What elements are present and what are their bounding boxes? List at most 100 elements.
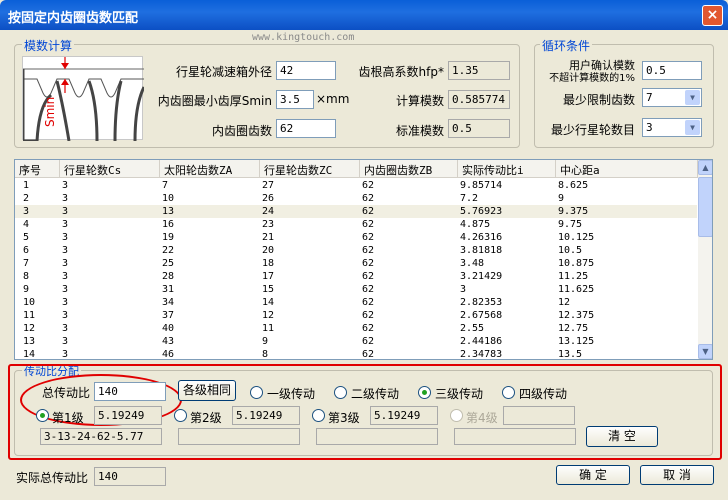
table-cell: 13 [162,206,175,217]
column-header[interactable]: 行星轮数Cs [60,160,160,178]
min-planet-count-select[interactable]: 3 ▼ [642,118,702,137]
table-cell: 3.81818 [460,245,503,256]
same-each-stage-button[interactable]: 各级相同 [178,380,236,401]
table-cell: 46 [162,349,175,360]
table-row[interactable]: 10 3 34 14 62 2.82353 12 [15,296,697,309]
results-table[interactable]: 序号 行星轮数Cs 太阳轮齿数ZA 行星轮齿数ZC 内齿圈齿数ZB 实际传动比i 中心距a … [14,159,713,360]
table-cell: 10 [23,297,36,308]
ok-button[interactable]: 确 定 [556,465,630,485]
table-cell: 9 [23,284,30,295]
table-cell: 62 [362,271,375,282]
table-row[interactable]: 9 3 31 15 62 3 11.625 [15,283,697,296]
table-cell: 28 [162,271,175,282]
stage-option-radio[interactable] [334,386,347,399]
stage-option-label[interactable]: 一级传动 [267,385,315,402]
stage-option-label[interactable]: 四级传动 [519,385,567,402]
min-limit-teeth-value: 7 [646,91,653,104]
scroll-down-icon[interactable]: ▼ [698,344,712,359]
column-header[interactable]: 行星轮齿数ZC [260,160,360,178]
actual-total-ratio-label: 实际总传动比 [16,471,89,485]
stage-option-label[interactable]: 三级传动 [435,385,483,402]
chevron-down-icon[interactable]: ▼ [685,120,700,135]
calc-module-label: 计算模数 [395,94,444,108]
column-header[interactable]: 内齿圈齿数ZB [360,160,458,178]
user-module-input[interactable] [642,61,702,80]
table-cell: 62 [362,258,375,269]
min-tooth-thickness-input[interactable] [276,90,314,109]
stage-option-radio[interactable] [250,386,263,399]
table-row[interactable]: 4 3 16 23 62 4.875 9.75 [15,218,697,231]
user-module-label-2: 不超计算模数的1% [549,73,635,84]
table-cell: 2 [23,193,30,204]
table-cell: 3 [62,297,69,308]
table-cell: 3 [62,219,69,230]
stage-option-radio[interactable] [502,386,515,399]
ring-teeth-input[interactable] [276,119,336,138]
table-cell: 9.375 [558,206,589,217]
table-cell: 3 [62,271,69,282]
smin-label: Smin [43,96,57,127]
table-cell: 18 [262,258,275,269]
table-row[interactable]: 3 3 13 24 62 5.76923 9.375 [15,205,697,218]
table-cell: 12 [558,297,571,308]
root-height-coef-label: 齿根高系数hfp* [358,65,444,79]
table-cell: 11 [262,323,275,334]
table-cell: 3 [23,206,30,217]
column-header[interactable]: 序号 [15,160,60,178]
close-icon[interactable]: × [702,5,723,26]
table-row[interactable]: 5 3 19 21 62 4.26316 10.125 [15,231,697,244]
cancel-button[interactable]: 取 消 [640,465,714,485]
table-cell: 43 [162,336,175,347]
stage-option-label[interactable]: 二级传动 [351,385,399,402]
table-cell: 40 [162,323,175,334]
stage-result-field: 3-13-24-62-5.77 [40,428,162,445]
table-cell: 2.34783 [460,349,503,360]
table-cell: 3 [62,323,69,334]
table-cell: 11.625 [558,284,595,295]
table-cell: 25 [162,258,175,269]
table-cell: 21 [262,232,275,243]
scroll-thumb[interactable] [698,177,712,237]
stage-radio[interactable] [174,409,187,422]
table-cell: 37 [162,310,175,321]
stage-label: 第3级 [328,411,360,425]
min-planet-count-value: 3 [646,121,653,134]
table-cell: 62 [362,232,375,243]
table-row[interactable]: 7 3 25 18 62 3.48 10.875 [15,257,697,270]
table-row[interactable]: 6 3 22 20 62 3.81818 10.5 [15,244,697,257]
table-cell: 4 [23,219,30,230]
table-row[interactable]: 12 3 40 11 62 2.55 12.75 [15,322,697,335]
table-row[interactable]: 8 3 28 17 62 3.21429 11.25 [15,270,697,283]
table-row[interactable]: 13 3 43 9 62 2.44186 13.125 [15,335,697,348]
table-cell: 62 [362,193,375,204]
column-header[interactable]: 中心距a [556,160,698,178]
total-ratio-input[interactable] [94,382,166,401]
vertical-scrollbar[interactable]: ▲ ▼ [698,160,712,359]
table-cell: 20 [262,245,275,256]
outer-diameter-input[interactable] [276,61,336,80]
table-cell: 10.125 [558,232,595,243]
stage-radio[interactable] [312,409,325,422]
table-cell: 62 [362,310,375,321]
column-header[interactable]: 太阳轮齿数ZA [160,160,260,178]
table-cell: 9 [558,193,565,204]
min-limit-teeth-select[interactable]: 7 ▼ [642,88,702,107]
column-header[interactable]: 实际传动比i [458,160,556,178]
table-cell: 62 [362,284,375,295]
table-cell: 3 [62,258,69,269]
table-cell: 13.125 [558,336,595,347]
table-cell: 3 [460,284,467,295]
stage-radio[interactable] [36,409,49,422]
table-cell: 62 [362,206,375,217]
table-cell: 12.75 [558,323,589,334]
stage-option-radio[interactable] [418,386,431,399]
scroll-up-icon[interactable]: ▲ [698,160,712,175]
table-row[interactable]: 11 3 37 12 62 2.67568 12.375 [15,309,697,322]
chevron-down-icon[interactable]: ▼ [685,90,700,105]
clear-button[interactable]: 清 空 [586,426,658,447]
table-row[interactable]: 2 3 10 26 62 7.2 9 [15,192,697,205]
table-cell: 9.75 [558,219,583,230]
table-cell: 11.25 [558,271,589,282]
table-row[interactable]: 14 3 46 8 62 2.34783 13.5 [15,348,697,360]
table-row[interactable]: 1 3 7 27 62 9.85714 8.625 [15,179,697,192]
